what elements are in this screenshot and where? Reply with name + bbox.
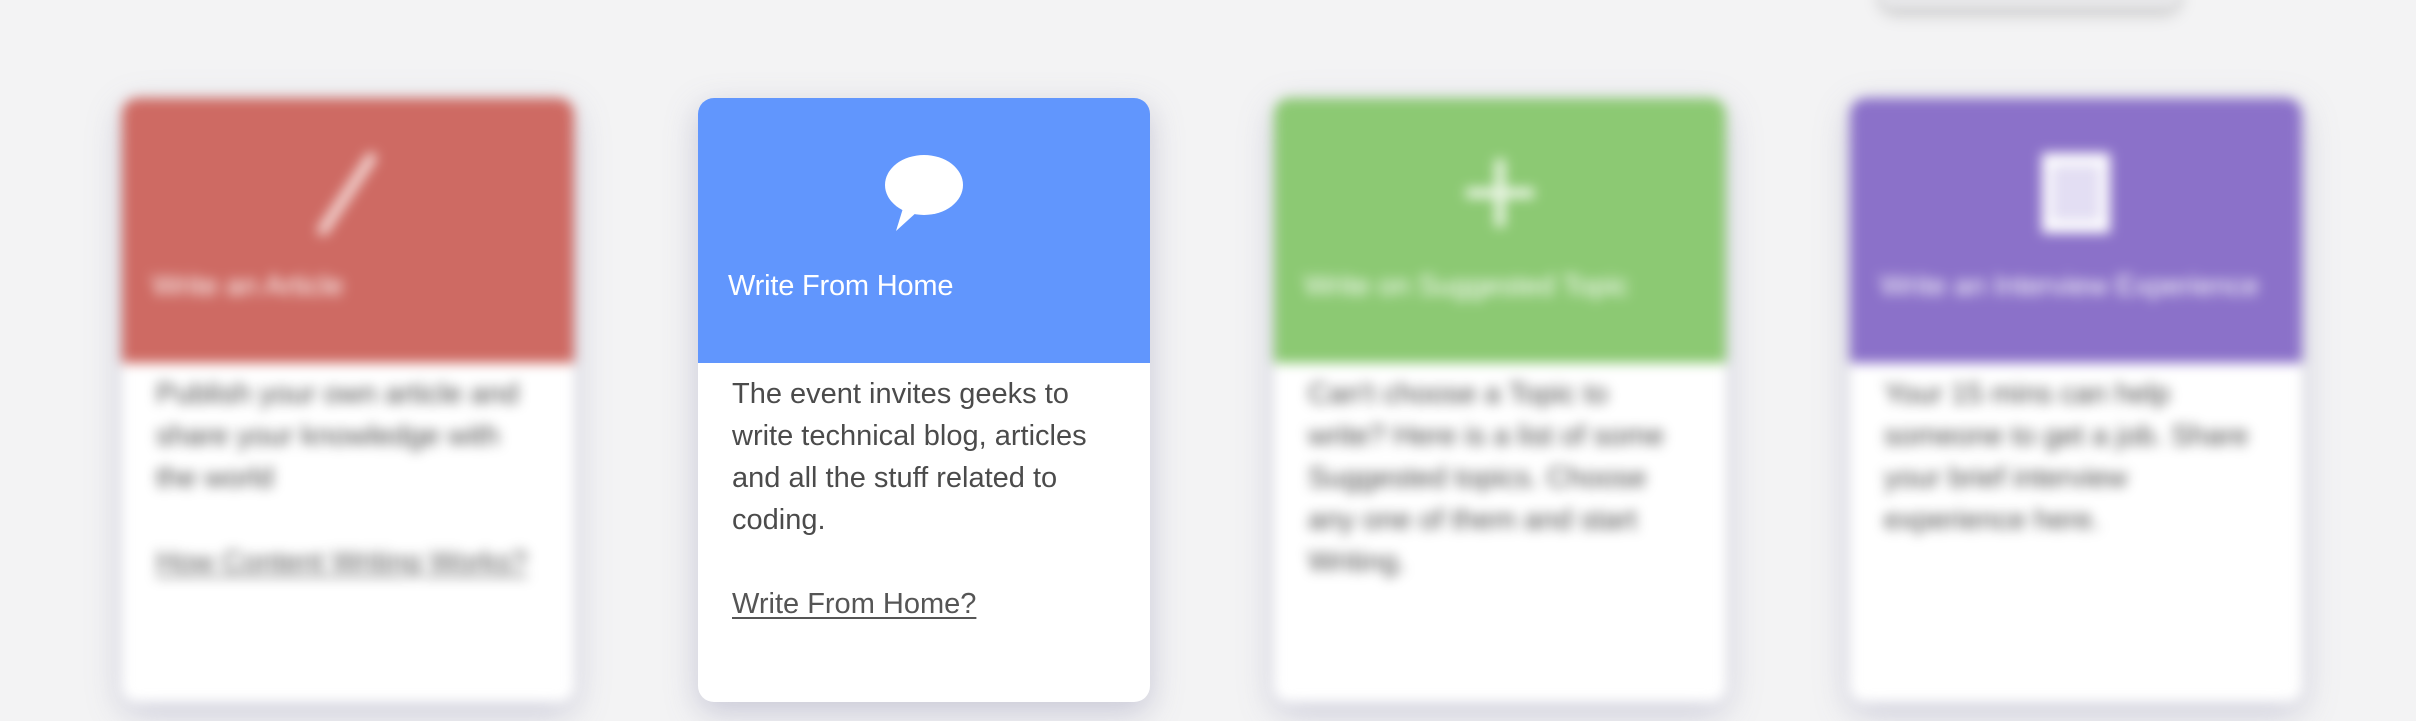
page: Write an Article Publish your own articl…: [0, 0, 2416, 721]
pencil-icon: [122, 148, 574, 238]
card-title: Write on Suggested Topic: [1304, 270, 1629, 302]
top-pill-button[interactable]: [1880, 0, 2180, 8]
card-header: Write an Interview Experience: [1850, 98, 2302, 363]
card-title: Write an Interview Experience: [1880, 270, 2259, 302]
card-header: Write an Article: [122, 98, 574, 363]
card-write-article[interactable]: Write an Article Publish your own articl…: [122, 98, 574, 702]
card-header: Write From Home: [698, 98, 1150, 363]
card-link[interactable]: How Content Writing Works?: [156, 541, 527, 583]
card-description: Your 15 mins can help someone to get a j…: [1884, 378, 2249, 536]
card-body: Publish your own article and share your …: [122, 363, 574, 583]
card-body: The event invites geeks to write technic…: [698, 363, 1150, 625]
card-title: Write an Article: [152, 270, 344, 302]
plus-icon: [1274, 148, 1726, 238]
document-icon: [1850, 148, 2302, 238]
card-write-interview-experience[interactable]: Write an Interview Experience Your 15 mi…: [1850, 98, 2302, 702]
card-description: Publish your own article and share your …: [156, 378, 519, 494]
card-description: Can't choose a Topic to write? Here is a…: [1308, 378, 1665, 578]
card-body: Can't choose a Topic to write? Here is a…: [1274, 363, 1726, 583]
card-description: The event invites geeks to write technic…: [732, 378, 1087, 536]
card-header: Write on Suggested Topic: [1274, 98, 1726, 363]
card-link[interactable]: Write From Home?: [732, 583, 976, 625]
card-write-suggested-topic[interactable]: Write on Suggested Topic Can't choose a …: [1274, 98, 1726, 702]
card-body: Your 15 mins can help someone to get a j…: [1850, 363, 2302, 541]
card-title: Write From Home: [728, 270, 954, 302]
card-write-from-home[interactable]: Write From Home The event invites geeks …: [698, 98, 1150, 702]
speech-bubble-icon: [698, 148, 1150, 238]
